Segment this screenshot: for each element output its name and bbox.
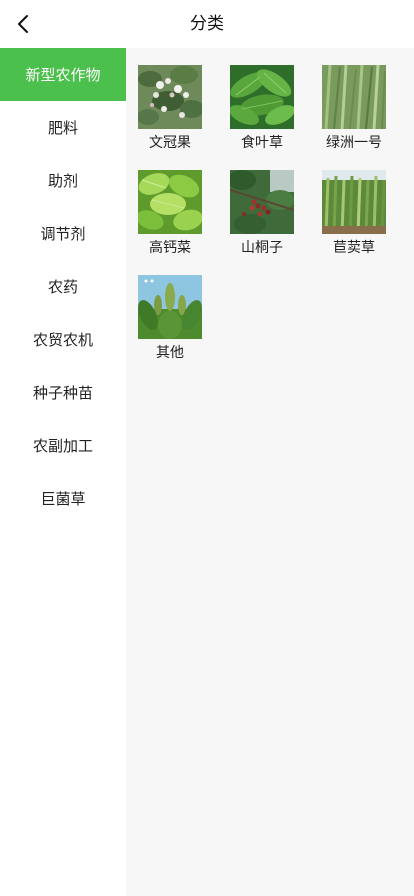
sidebar-item-adjuvant[interactable]: 助剂 [0, 154, 126, 207]
subcategory-item[interactable]: 山桐子 [224, 153, 300, 256]
subcategory-image [138, 65, 202, 129]
subcategory-image [322, 65, 386, 129]
category-sidebar: 新型农作物 肥料 助剂 调节剂 农药 农贸农机 种子种苗 农副加工 巨菌草 [0, 48, 126, 896]
subcategory-item[interactable]: 文冠果 [132, 48, 208, 151]
subcategory-label: 高钙菜 [149, 240, 191, 256]
sidebar-item-juncao-grass[interactable]: 巨菌草 [0, 472, 126, 525]
subcategory-item[interactable]: 苣荬草 [316, 153, 392, 256]
sidebar-item-regulator[interactable]: 调节剂 [0, 207, 126, 260]
sidebar-item-seeds-seedlings[interactable]: 种子种苗 [0, 366, 126, 419]
sidebar-item-label: 肥料 [47, 119, 78, 137]
sidebar-item-label: 巨菌草 [40, 490, 86, 508]
subcategory-image [138, 170, 202, 234]
sidebar-item-label: 新型农作物 [25, 66, 101, 84]
subcategory-label: 山桐子 [241, 240, 283, 256]
subcategory-label: 食叶草 [241, 135, 283, 151]
sidebar-item-label: 农药 [47, 278, 78, 296]
subcategory-item[interactable]: 高钙菜 [132, 153, 208, 256]
sidebar-item-agri-trade-machinery[interactable]: 农贸农机 [0, 313, 126, 366]
sidebar-item-label: 农贸农机 [32, 331, 93, 349]
sidebar-item-label: 种子种苗 [32, 384, 93, 402]
subcategory-label: 文冠果 [149, 135, 191, 151]
sidebar-item-new-crops[interactable]: 新型农作物 [0, 48, 126, 101]
subcategory-image [322, 170, 386, 234]
subcategory-item[interactable]: 绿洲一号 [316, 48, 392, 151]
subcategory-grid: 文冠果 食叶草 绿洲一号 高钙菜 山桐子 苣荬草 其他 [126, 48, 414, 368]
sidebar-item-fertilizer[interactable]: 肥料 [0, 101, 126, 154]
subcategory-label: 其他 [156, 345, 184, 361]
category-content: 文冠果 食叶草 绿洲一号 高钙菜 山桐子 苣荬草 其他 [126, 48, 414, 896]
page-title: 分类 [190, 14, 224, 34]
subcategory-image [230, 170, 294, 234]
subcategory-label: 苣荬草 [333, 240, 375, 256]
sidebar-item-label: 助剂 [47, 172, 78, 190]
subcategory-label: 绿洲一号 [326, 135, 382, 151]
subcategory-item[interactable]: 食叶草 [224, 48, 300, 151]
sidebar-item-label: 调节剂 [40, 225, 86, 243]
sidebar-item-pesticide[interactable]: 农药 [0, 260, 126, 313]
subcategory-image [230, 65, 294, 129]
sidebar-item-label: 农副加工 [32, 437, 93, 455]
top-nav-bar: 分类 [0, 0, 414, 48]
subcategory-item[interactable]: 其他 [132, 258, 208, 361]
sidebar-item-agri-processing[interactable]: 农副加工 [0, 419, 126, 472]
subcategory-image [138, 275, 202, 339]
